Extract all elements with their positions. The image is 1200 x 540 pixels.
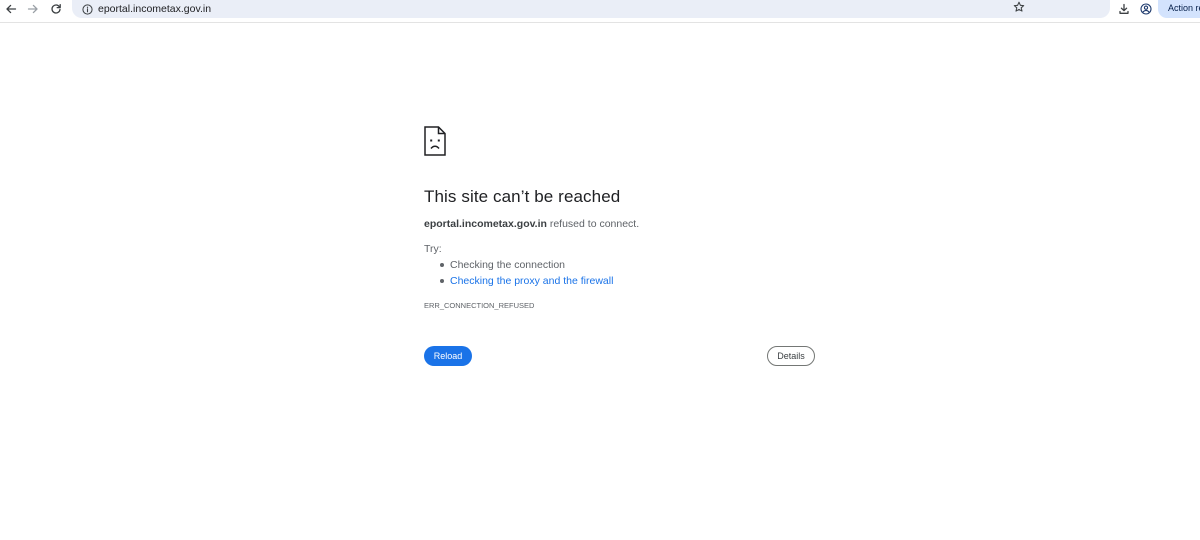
profile-button[interactable] xyxy=(1135,0,1157,18)
error-summary: eportal.incometax.gov.in refused to conn… xyxy=(424,217,639,231)
page-title: This site can’t be reached xyxy=(424,187,621,206)
reload-button[interactable] xyxy=(45,0,67,18)
reload-icon xyxy=(50,3,62,15)
reload-page-button[interactable]: Reload xyxy=(424,346,472,366)
error-summary-text: refused to connect. xyxy=(546,218,640,230)
profile-icon xyxy=(1140,3,1152,15)
suggestion-list: Checking the connection Checking the pro… xyxy=(424,257,613,289)
bookmark-button[interactable] xyxy=(1011,1,1027,17)
arrow-right-icon xyxy=(27,3,39,15)
download-button[interactable] xyxy=(1113,0,1135,18)
suggestion-check-connection: Checking the connection xyxy=(424,257,613,273)
arrow-left-icon xyxy=(5,3,17,15)
error-code: ERR_CONNECTION_REFUSED xyxy=(424,301,535,310)
forward-button[interactable] xyxy=(22,0,44,18)
action-label: Action re xyxy=(1168,3,1200,13)
details-button[interactable]: Details xyxy=(767,346,815,366)
info-icon[interactable] xyxy=(80,2,94,16)
try-label: Try: xyxy=(424,243,442,255)
star-icon xyxy=(1013,0,1025,18)
sad-page-icon xyxy=(424,126,446,156)
url-text[interactable]: eportal.incometax.gov.in xyxy=(98,2,211,16)
back-button[interactable] xyxy=(0,0,22,18)
suggestion-check-proxy-link[interactable]: Checking the proxy and the firewall xyxy=(424,273,613,289)
browser-toolbar: eportal.incometax.gov.in Action re xyxy=(0,0,1200,23)
address-bar[interactable]: eportal.incometax.gov.in xyxy=(72,0,1110,18)
action-button[interactable]: Action re xyxy=(1158,0,1200,18)
download-icon xyxy=(1118,3,1130,15)
error-host: eportal.incometax.gov.in xyxy=(424,218,547,230)
